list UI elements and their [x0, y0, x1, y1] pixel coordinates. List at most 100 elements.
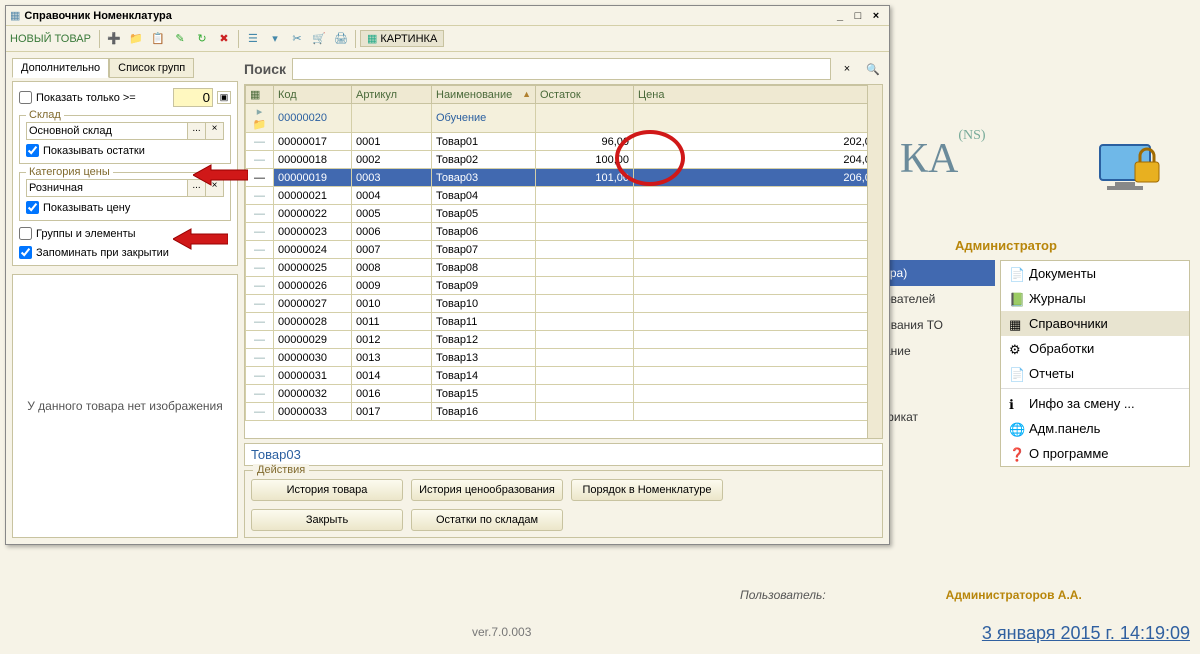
warehouse-input[interactable] [26, 122, 188, 140]
grid-row[interactable]: —000000190003Товар03101,00206,00 [246, 169, 882, 187]
spinner-icon[interactable]: ▣ [217, 91, 231, 104]
bg-admin-label: Администратор [955, 238, 1057, 253]
grid-row[interactable]: —000000300013Товар13 [246, 349, 882, 367]
no-image-panel: У данного товара нет изображения [12, 274, 238, 538]
show-only-input[interactable] [173, 88, 213, 107]
order-button[interactable]: Порядок в Номенклатуре [571, 479, 723, 501]
table-icon: ▦ [1009, 317, 1023, 331]
data-grid[interactable]: ▦ Код Артикул Наименование▲ Остаток Цена… [244, 84, 883, 439]
edit-icon[interactable]: ✎ [170, 29, 190, 49]
grid-header-stock[interactable]: Остаток [536, 86, 634, 104]
bg-side-list: ура) ователей ивания ТО ание фикат [880, 260, 995, 430]
grid-row[interactable]: —000000330017Товар16 [246, 403, 882, 421]
print-icon[interactable]: 🖨 [331, 29, 351, 49]
close-dialog-button[interactable]: Закрыть [251, 509, 403, 531]
copy-icon[interactable]: 📋 [148, 29, 168, 49]
gear-icon: ⚙ [1009, 342, 1023, 356]
warehouse-clear-button[interactable]: × [206, 122, 224, 140]
show-only-checkbox[interactable] [19, 91, 32, 104]
pricing-history-button[interactable]: История ценообразования [411, 479, 563, 501]
minimize-button[interactable]: _ [831, 10, 849, 22]
grid-header-price[interactable]: Цена [634, 86, 882, 104]
grid-row[interactable]: —000000230006Товар06 [246, 223, 882, 241]
grid-row[interactable]: —000000290012Товар12 [246, 331, 882, 349]
grid-header-marker[interactable]: ▦ [246, 86, 274, 104]
window-icon: ▦ [10, 9, 20, 22]
add-folder-icon[interactable]: 📁 [126, 29, 146, 49]
groups-elements-label: Группы и элементы [36, 228, 136, 240]
toolbar: НОВЫЙ ТОВАР ➕ 📁 📋 ✎ ↻ ✖ ☰ ▾ ✂ 🛒 🖨 ▦КАРТИ… [6, 26, 889, 52]
price-category-input[interactable] [26, 179, 188, 197]
window-title: Справочник Номенклатура [24, 10, 831, 22]
nav-journals[interactable]: 📗Журналы [1001, 286, 1189, 311]
globe-icon: 🌐 [1009, 422, 1023, 436]
grid-row[interactable]: —000000280011Товар11 [246, 313, 882, 331]
close-button[interactable]: × [867, 10, 885, 22]
price-cat-clear-button[interactable]: × [206, 179, 224, 197]
nav-processing[interactable]: ⚙Обработки [1001, 336, 1189, 361]
show-only-label: Показать только >= [36, 92, 169, 104]
nav-documents[interactable]: 📄Документы [1001, 261, 1189, 286]
list-icon[interactable]: ☰ [243, 29, 263, 49]
grid-group-row[interactable]: ▸📁00000020Обучение [246, 104, 882, 133]
grid-row[interactable]: —000000260009Товар09 [246, 277, 882, 295]
nav-about[interactable]: ❓О программе [1001, 441, 1189, 466]
show-price-checkbox[interactable] [26, 201, 39, 214]
warehouse-dots-button[interactable]: ... [188, 122, 206, 140]
grid-header-row[interactable]: ▦ Код Артикул Наименование▲ Остаток Цена [246, 86, 882, 104]
grid-row[interactable]: —000000310014Товар14 [246, 367, 882, 385]
maximize-button[interactable]: □ [849, 10, 867, 22]
remember-close-label: Запоминать при закрытии [36, 247, 169, 259]
warehouse-legend: Склад [26, 109, 64, 121]
datetime-label: 3 января 2015 г. 14:19:09 [982, 623, 1190, 644]
grid-row[interactable]: —000000270010Товар10 [246, 295, 882, 313]
search-input[interactable] [292, 58, 831, 80]
actions-group: Действия История товара История ценообра… [244, 470, 883, 538]
picture-button[interactable]: ▦КАРТИНКА [360, 30, 444, 47]
journal-icon: 📗 [1009, 292, 1023, 306]
nav-admin-panel[interactable]: 🌐Адм.панель [1001, 416, 1189, 441]
search-icon[interactable]: 🔍 [863, 63, 883, 76]
nav-shift-info[interactable]: ℹИнфо за смену ... [1001, 391, 1189, 416]
remember-close-checkbox[interactable] [19, 246, 32, 259]
price-category-legend: Категория цены [26, 166, 113, 178]
delete-icon[interactable]: ✖ [214, 29, 234, 49]
nomenclature-dialog: ▦ Справочник Номенклатура _ □ × НОВЫЙ ТО… [5, 5, 890, 545]
version-label: ver.7.0.003 [472, 625, 531, 639]
filter-icon[interactable]: ▾ [265, 29, 285, 49]
grid-header-name[interactable]: Наименование▲ [432, 86, 536, 104]
groups-elements-checkbox[interactable] [19, 227, 32, 240]
show-stock-checkbox[interactable] [26, 144, 39, 157]
new-item-button[interactable]: НОВЫЙ ТОВАР [10, 33, 91, 45]
show-stock-label: Показывать остатки [43, 145, 145, 157]
price-cat-dots-button[interactable]: ... [188, 179, 206, 197]
stock-by-warehouse-button[interactable]: Остатки по складам [411, 509, 563, 531]
grid-row[interactable]: —000000250008Товар08 [246, 259, 882, 277]
grid-header-code[interactable]: Код [274, 86, 352, 104]
refresh-icon[interactable]: ↻ [192, 29, 212, 49]
nav-directories[interactable]: ▦Справочники [1001, 311, 1189, 336]
grid-row[interactable]: —000000240007Товар07 [246, 241, 882, 259]
tab-groups[interactable]: Список групп [109, 58, 194, 78]
grid-row[interactable]: —000000220005Товар05 [246, 205, 882, 223]
current-item-name: Товар03 [244, 443, 883, 466]
grid-scrollbar[interactable] [867, 85, 882, 438]
grid-row[interactable]: —000000320016Товар15 [246, 385, 882, 403]
grid-row[interactable]: —000000170001Товар0196,00202,00 [246, 133, 882, 151]
add-icon[interactable]: ➕ [104, 29, 124, 49]
item-history-button[interactable]: История товара [251, 479, 403, 501]
info-icon: ℹ [1009, 397, 1023, 411]
grid-row[interactable]: —000000180002Товар02100,00204,00 [246, 151, 882, 169]
show-price-label: Показывать цену [43, 202, 130, 214]
nav-reports[interactable]: 📄Отчеты [1001, 361, 1189, 386]
grid-header-article[interactable]: Артикул [352, 86, 432, 104]
tab-additional[interactable]: Дополнительно [12, 58, 109, 78]
cart-icon[interactable]: 🛒 [309, 29, 329, 49]
picture-icon: ▦ [367, 32, 377, 45]
search-clear-button[interactable]: × [837, 63, 857, 75]
cut-icon[interactable]: ✂ [287, 29, 307, 49]
app-logo: КА(NS) [900, 135, 986, 183]
report-icon: 📄 [1009, 367, 1023, 381]
titlebar[interactable]: ▦ Справочник Номенклатура _ □ × [6, 6, 889, 26]
grid-row[interactable]: —000000210004Товар04 [246, 187, 882, 205]
